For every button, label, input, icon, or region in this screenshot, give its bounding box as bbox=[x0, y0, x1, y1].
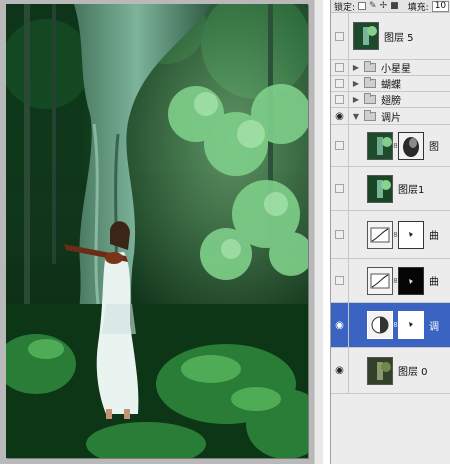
visibility-toggle[interactable] bbox=[331, 125, 349, 166]
group-name: 蝴蝶 bbox=[381, 80, 401, 91]
lock-transparency-checkbox[interactable] bbox=[358, 2, 367, 10]
folder-icon bbox=[364, 77, 376, 88]
layer-thumbnail bbox=[367, 356, 393, 385]
lock-toolbar: 锁定: ✎ ✢ ■ 填充: 10 bbox=[331, 0, 450, 13]
visibility-off-icon bbox=[335, 141, 344, 150]
group-row-stars[interactable]: ▶ 小星星 bbox=[331, 60, 450, 76]
visibility-toggle[interactable] bbox=[331, 167, 349, 210]
visibility-toggle[interactable] bbox=[331, 76, 349, 91]
fill-input[interactable]: 10 bbox=[431, 0, 450, 12]
visibility-toggle[interactable]: ◉ bbox=[331, 348, 349, 393]
folder-icon bbox=[364, 109, 376, 121]
expand-arrow-icon[interactable]: ▶ bbox=[351, 63, 361, 72]
group-row-adjust[interactable]: ◉ ▼ 调片 bbox=[331, 108, 450, 125]
lock-label: 锁定: bbox=[334, 2, 356, 13]
lock-brush-icon[interactable]: ✎ bbox=[369, 1, 377, 11]
visibility-off-icon bbox=[335, 79, 344, 88]
visibility-off-icon bbox=[335, 276, 344, 285]
visibility-toggle[interactable] bbox=[331, 259, 349, 302]
layer-row-masked[interactable]: 8 图 bbox=[331, 125, 450, 167]
visibility-toggle[interactable] bbox=[331, 60, 349, 75]
layer-mask-thumbnail[interactable] bbox=[398, 311, 424, 339]
layer-name: 图层1 bbox=[398, 185, 425, 196]
visibility-toggle[interactable]: ◉ bbox=[331, 108, 349, 124]
photo-canvas[interactable] bbox=[6, 4, 308, 458]
expand-arrow-icon[interactable]: ▶ bbox=[351, 95, 361, 104]
layer-mask-thumbnail[interactable] bbox=[398, 220, 424, 249]
forest-violinist-photo bbox=[6, 4, 308, 458]
lock-all-icon[interactable]: ■ bbox=[390, 1, 399, 11]
folder-icon bbox=[364, 61, 376, 72]
visibility-off-icon bbox=[335, 31, 344, 41]
group-row-butterfly[interactable]: ▶ 蝴蝶 bbox=[331, 76, 450, 92]
layer-name: 图层 5 bbox=[384, 32, 414, 44]
visibility-off-icon bbox=[335, 95, 344, 104]
fill-label: 填充: bbox=[407, 2, 429, 13]
curves-adjustment-icon bbox=[367, 220, 393, 249]
visibility-toggle[interactable] bbox=[331, 92, 349, 107]
layer-row-layer-5[interactable]: 图层 5 bbox=[331, 13, 450, 60]
layer-mask-thumbnail[interactable] bbox=[398, 266, 424, 295]
visibility-off-icon bbox=[335, 230, 344, 239]
visibility-toggle[interactable] bbox=[331, 211, 349, 258]
layer-mask-thumbnail[interactable] bbox=[398, 131, 424, 160]
layer-thumbnail bbox=[367, 131, 393, 160]
visibility-off-icon bbox=[335, 63, 344, 72]
collapse-arrow-icon[interactable]: ▼ bbox=[351, 112, 361, 121]
group-row-wings[interactable]: ▶ 翅膀 bbox=[331, 92, 450, 108]
visibility-toggle[interactable]: ◉ bbox=[331, 303, 349, 347]
curves-adjustment-icon bbox=[367, 266, 393, 295]
layer-name: 图层 0 bbox=[398, 367, 428, 378]
layer-row-curves-2[interactable]: 8 曲 bbox=[331, 259, 450, 303]
folder-icon bbox=[364, 93, 376, 104]
layer-row-curves-1[interactable]: 8 曲 bbox=[331, 211, 450, 259]
group-name: 翅膀 bbox=[381, 96, 401, 107]
document-canvas-area[interactable] bbox=[0, 0, 323, 464]
layer-row-adjust-selected[interactable]: ◉ 8 调 bbox=[331, 303, 450, 348]
layer-row-layer-0[interactable]: ◉ 图层 0 bbox=[331, 348, 450, 394]
layer-thumbnail bbox=[367, 174, 393, 203]
layer-thumbnail bbox=[353, 22, 379, 50]
layers-panel: 锁定: ✎ ✢ ■ 填充: 10 图层 5 ▶ 小星星 ▶ 蝴蝶 ▶ 翅膀 ◉ bbox=[330, 0, 450, 464]
layer-name: 调 bbox=[429, 321, 439, 333]
canvas-vertical-scrollbar[interactable] bbox=[314, 0, 323, 464]
layer-row-layer-1[interactable]: 图层1 bbox=[331, 167, 450, 211]
layer-name: 图 bbox=[429, 142, 439, 153]
group-name: 小星星 bbox=[381, 64, 411, 75]
expand-arrow-icon[interactable]: ▶ bbox=[351, 79, 361, 88]
layer-name: 曲 bbox=[429, 277, 439, 288]
visibility-off-icon bbox=[335, 184, 344, 193]
eye-icon: ◉ bbox=[335, 319, 344, 331]
visibility-toggle[interactable] bbox=[331, 13, 349, 59]
adjustment-icon bbox=[367, 311, 393, 339]
group-name: 调片 bbox=[381, 112, 401, 124]
lock-move-icon[interactable]: ✢ bbox=[380, 1, 388, 11]
layer-name: 曲 bbox=[429, 231, 439, 242]
eye-icon: ◉ bbox=[335, 110, 344, 122]
eye-icon: ◉ bbox=[335, 365, 344, 376]
